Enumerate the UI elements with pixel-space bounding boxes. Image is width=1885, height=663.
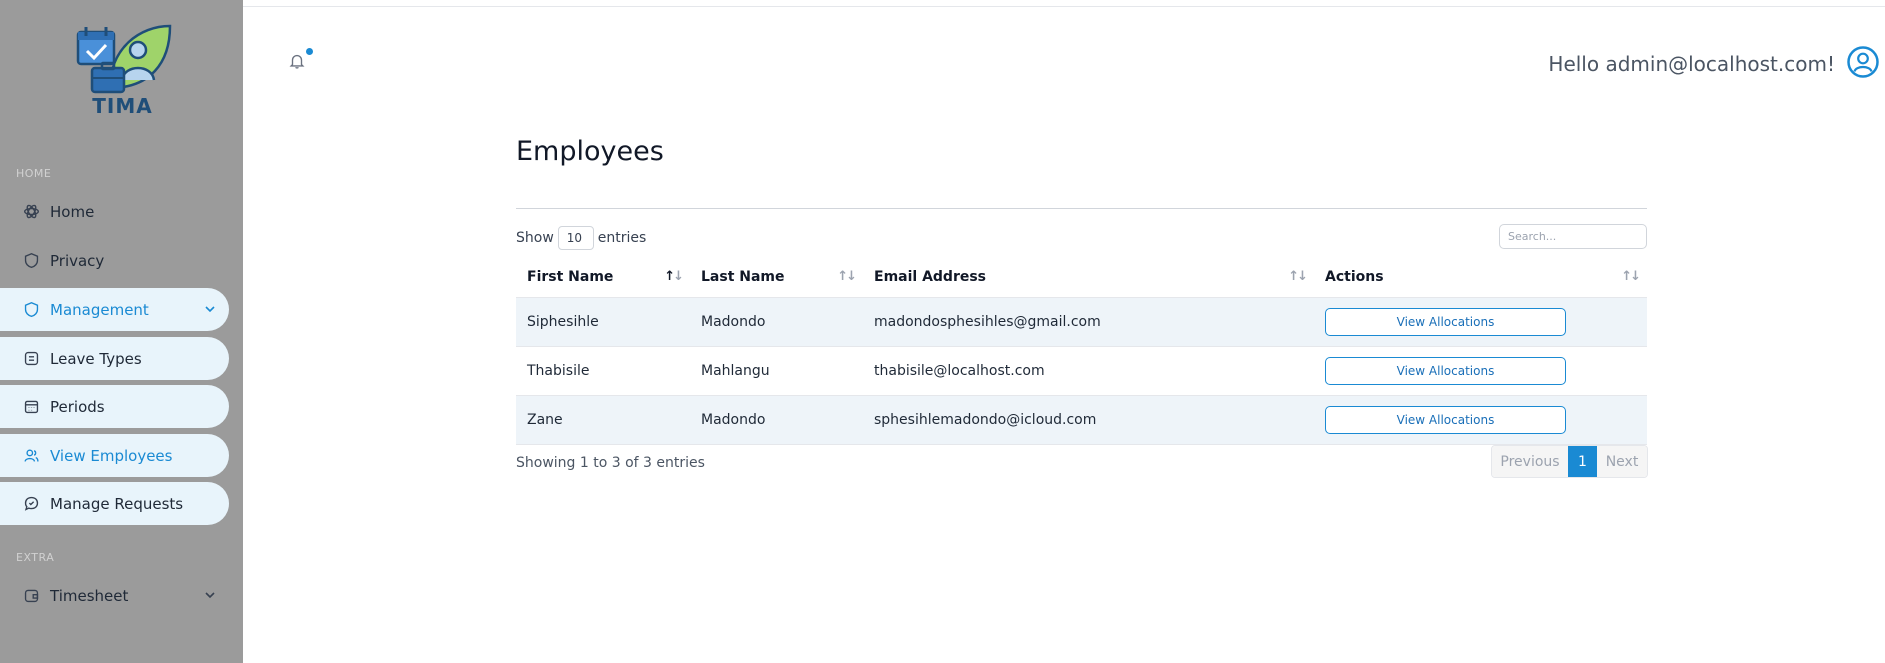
sidebar-item-label: Periods (50, 397, 105, 416)
cell-last-name: Mahlangu (690, 346, 863, 396)
notification-dot (306, 48, 313, 55)
employees-table: First Name ↑↓ Last Name ↑↓ Email Address… (516, 257, 1647, 445)
entries-label: entries (597, 230, 647, 246)
app-root: TIMA HOME Home Privacy Management Leave … (0, 0, 1885, 663)
view-allocations-button[interactable]: View Allocations (1325, 405, 1566, 434)
sidebar-item-label: Manage Requests (50, 494, 184, 513)
table-info: Showing 1 to 3 of 3 entries (516, 455, 705, 471)
page-title: Employees (516, 136, 664, 167)
table-row: Siphesihle Madondo madondosphesihles@gma… (516, 297, 1647, 347)
previous-page-button[interactable]: Previous (1492, 446, 1568, 477)
atom-icon (22, 203, 40, 221)
sidebar: TIMA HOME Home Privacy Management Leave … (0, 0, 243, 663)
column-header-first-name[interactable]: First Name ↑↓ (516, 257, 690, 298)
sidebar-item-label: Home (50, 202, 95, 221)
tima-logo[interactable]: TIMA (70, 18, 180, 123)
pagination: Previous 1 Next (1491, 445, 1648, 478)
top-divider (243, 6, 1885, 7)
logo-graphic-icon (76, 24, 172, 94)
sort-icon: ↑↓ (1288, 269, 1308, 284)
wallet-icon (22, 587, 40, 605)
calendar-icon (22, 398, 40, 416)
cell-first-name: Thabisile (516, 346, 690, 396)
app-name: TIMA (92, 94, 153, 118)
cell-last-name: Madondo (690, 297, 863, 347)
sidebar-item-label: Leave Types (50, 349, 142, 368)
user-avatar-icon[interactable] (1847, 46, 1879, 78)
cell-email: thabisile@localhost.com (863, 346, 1314, 396)
sort-asc-icon: ↑↓ (664, 269, 684, 284)
sidebar-item-label: Timesheet (50, 586, 129, 605)
cell-last-name: Madondo (690, 395, 863, 445)
search-input[interactable]: Search... (1499, 224, 1647, 249)
cell-email: madondosphesihles@gmail.com (863, 297, 1314, 347)
sidebar-item-manage-requests[interactable]: Manage Requests (0, 482, 229, 525)
sort-icon: ↑↓ (1621, 269, 1641, 284)
table-row: Zane Madondo sphesihlemadondo@icloud.com… (516, 395, 1647, 445)
page-size-select[interactable]: 10 (557, 226, 594, 250)
sidebar-item-privacy[interactable]: Privacy (0, 239, 229, 282)
section-label-extra: EXTRA (16, 551, 55, 564)
cell-first-name: Siphesihle (516, 297, 690, 347)
sidebar-item-label: Privacy (50, 251, 105, 270)
table-row: Thabisile Mahlangu thabisile@localhost.c… (516, 346, 1647, 396)
page-size-control: Show 10 entries (516, 226, 646, 250)
chat-icon (22, 495, 40, 513)
sidebar-item-management[interactable]: Management (0, 288, 229, 331)
sidebar-item-timesheet[interactable]: Timesheet (0, 574, 229, 617)
table-header-row: First Name ↑↓ Last Name ↑↓ Email Address… (516, 257, 1647, 298)
sidebar-item-periods[interactable]: Periods (0, 385, 229, 428)
cell-actions: View Allocations (1314, 346, 1647, 396)
shield-icon (22, 301, 40, 319)
column-header-email[interactable]: Email Address ↑↓ (863, 257, 1314, 298)
section-label-home: HOME (16, 167, 52, 180)
cell-actions: View Allocations (1314, 297, 1647, 347)
chevron-down-icon[interactable] (203, 302, 217, 316)
next-page-button[interactable]: Next (1597, 446, 1647, 477)
title-divider (516, 208, 1647, 209)
sidebar-item-leave-types[interactable]: Leave Types (0, 337, 229, 380)
sidebar-item-label: View Employees (50, 446, 173, 465)
cell-email: sphesihlemadondo@icloud.com (863, 395, 1314, 445)
column-header-last-name[interactable]: Last Name ↑↓ (690, 257, 863, 298)
list-icon (22, 350, 40, 368)
view-allocations-button[interactable]: View Allocations (1325, 307, 1566, 336)
cell-actions: View Allocations (1314, 395, 1647, 445)
sort-icon: ↑↓ (837, 269, 857, 284)
users-icon (22, 447, 40, 465)
column-header-actions[interactable]: Actions ↑↓ (1314, 257, 1647, 298)
chevron-down-icon[interactable] (203, 588, 217, 602)
greeting-text: Hello admin@localhost.com! (1548, 52, 1835, 76)
show-label: Show (516, 230, 554, 246)
sidebar-item-label: Management (50, 300, 149, 319)
view-allocations-button[interactable]: View Allocations (1325, 356, 1566, 385)
sidebar-item-home[interactable]: Home (0, 190, 229, 233)
page-1-button[interactable]: 1 (1568, 446, 1597, 477)
shield-icon (22, 252, 40, 270)
sidebar-item-view-employees[interactable]: View Employees (0, 434, 229, 477)
bell-icon[interactable] (288, 52, 306, 70)
cell-first-name: Zane (516, 395, 690, 445)
